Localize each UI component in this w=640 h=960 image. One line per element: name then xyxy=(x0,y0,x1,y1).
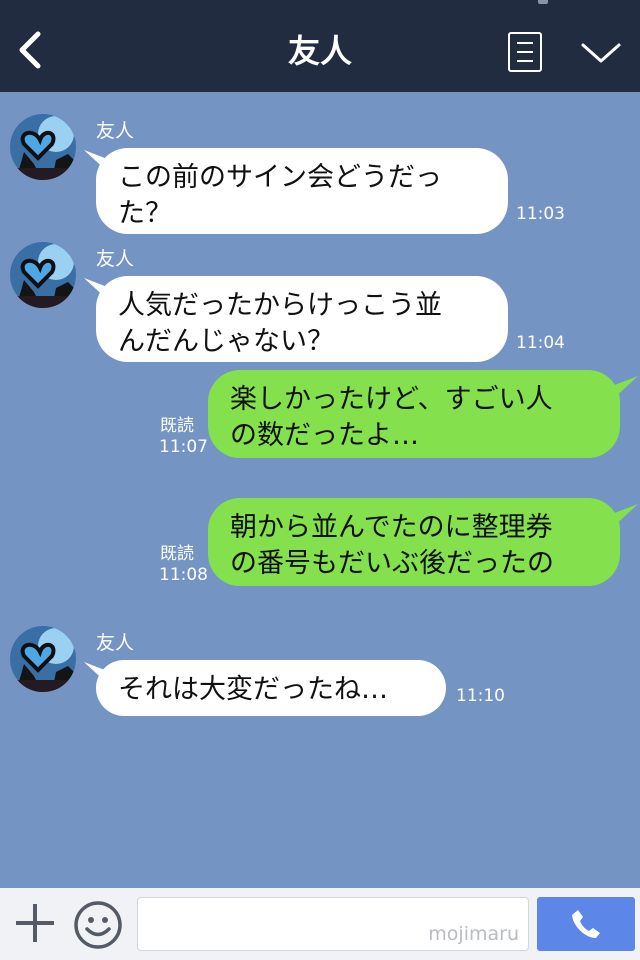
friend-avatar[interactable] xyxy=(10,114,76,180)
message-bubble[interactable]: 楽しかったけど、すごい人 の数だったよ… xyxy=(208,370,620,458)
phone-icon xyxy=(572,910,600,938)
bubble-tail xyxy=(612,376,638,400)
message-time: 11:10 xyxy=(456,686,505,706)
chevron-down-icon[interactable] xyxy=(580,40,622,66)
read-receipt: 既読 xyxy=(160,544,194,564)
friend-avatar[interactable] xyxy=(10,242,76,308)
smiley-icon[interactable] xyxy=(73,900,123,950)
chat-title: 友人 xyxy=(287,32,352,70)
message-bubble[interactable]: この前のサイン会どうだっ た？ xyxy=(96,148,508,234)
sender-name: 友人 xyxy=(96,120,135,142)
message-input[interactable] xyxy=(137,897,529,951)
message-bubble[interactable]: それは大変だったね… xyxy=(96,660,446,716)
message-bubble[interactable]: 朝から並んでたのに整理券 の番号もだいぶ後だったの xyxy=(208,498,620,586)
list-menu-icon[interactable] xyxy=(508,32,542,72)
chat-header: 友人 xyxy=(0,0,640,92)
sender-name: 友人 xyxy=(96,632,135,654)
message-time: 11:07 xyxy=(159,437,208,457)
status-bar-indicator xyxy=(538,0,548,4)
read-receipt: 既読 xyxy=(160,416,194,436)
plus-icon[interactable] xyxy=(14,902,56,944)
message-time: 11:04 xyxy=(516,333,565,353)
call-button[interactable] xyxy=(537,897,635,951)
message-bubble[interactable]: 人気だったからけっこう並 んだんじゃない？ xyxy=(96,276,508,362)
message-list[interactable]: 友人 この前のサイン会どうだっ た？ 11:03 友人 人気だったからけっこう並… xyxy=(0,92,640,888)
friend-avatar[interactable] xyxy=(10,626,76,692)
sender-name: 友人 xyxy=(96,248,135,270)
bubble-tail xyxy=(612,504,638,528)
message-time: 11:03 xyxy=(516,204,565,224)
message-time: 11:08 xyxy=(159,565,208,585)
